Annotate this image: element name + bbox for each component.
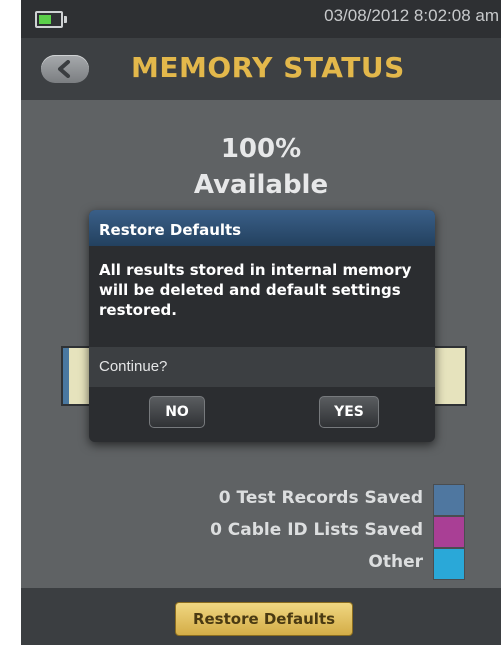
available-label: Available — [193, 170, 329, 200]
bottom-bar: Restore Defaults — [21, 588, 501, 645]
back-button[interactable] — [41, 55, 89, 83]
legend-label: Other — [368, 552, 423, 572]
dialog-question: Continue? — [89, 347, 435, 387]
legend-swatch-cable-id-lists — [433, 516, 465, 548]
legend-label: 0 Test Records Saved — [218, 488, 423, 508]
no-button[interactable]: NO — [149, 396, 205, 428]
yes-button[interactable]: YES — [319, 396, 379, 428]
battery-level — [39, 15, 51, 24]
status-bar: 03/08/2012 8:02:08 am — [21, 0, 501, 38]
available-percent: 100% — [220, 134, 302, 164]
restore-defaults-dialog: Restore Defaults All results stored in i… — [89, 210, 435, 442]
datetime: 03/08/2012 8:02:08 am — [324, 6, 499, 25]
restore-defaults-button[interactable]: Restore Defaults — [175, 602, 353, 636]
dialog-title: Restore Defaults — [89, 210, 435, 246]
dialog-question-text: Continue? — [99, 358, 168, 375]
chevron-left-icon — [58, 60, 70, 78]
dialog-title-text: Restore Defaults — [99, 221, 242, 239]
dialog-message: All results stored in internal memory wi… — [99, 261, 412, 319]
battery-icon — [35, 11, 67, 28]
legend-swatch-other — [433, 548, 465, 580]
legend-label: 0 Cable ID Lists Saved — [210, 520, 423, 540]
memory-bar-edge — [63, 348, 69, 404]
title-bar: MEMORY STATUS — [21, 38, 501, 100]
legend-swatch-test-records — [433, 484, 465, 516]
page-title: MEMORY STATUS — [131, 51, 405, 84]
device-screen: 03/08/2012 8:02:08 am MEMORY STATUS 100%… — [21, 0, 501, 645]
